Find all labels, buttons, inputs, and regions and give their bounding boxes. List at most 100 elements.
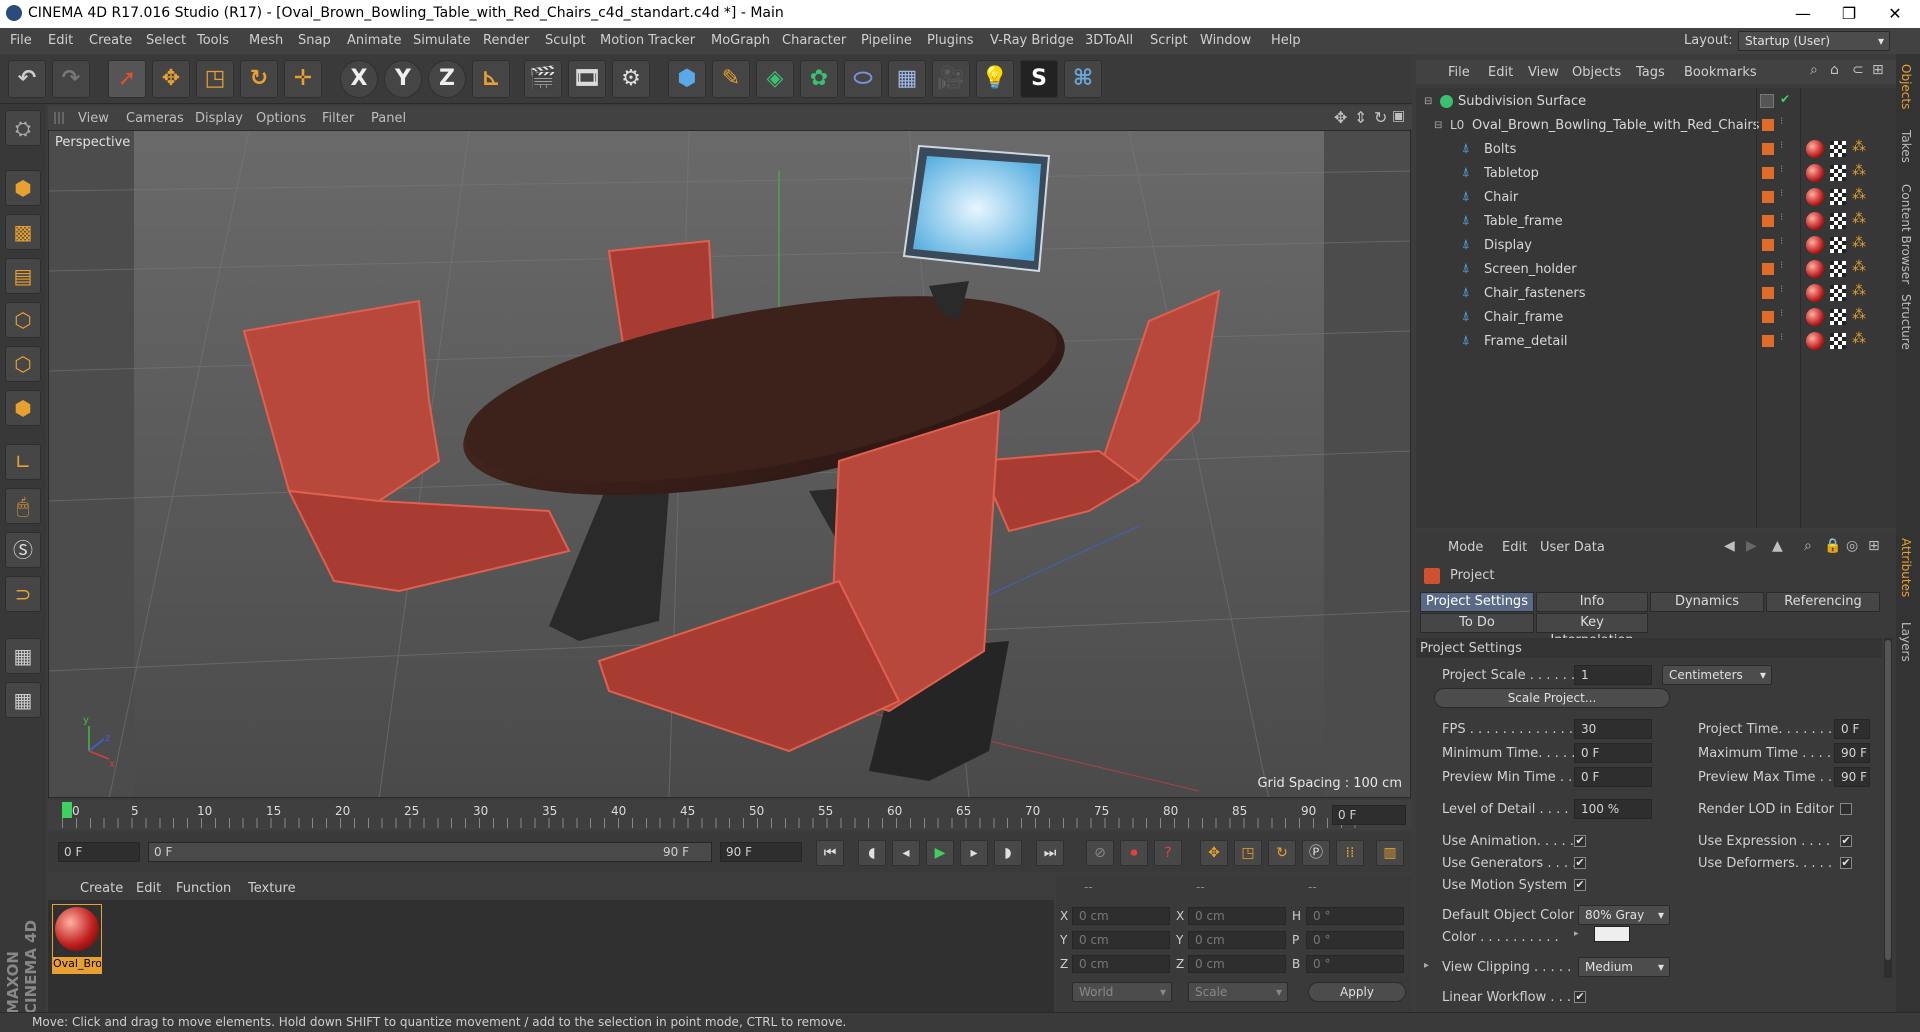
coord-system-dropdown[interactable]: World ▾ xyxy=(1072,982,1172,1002)
material-swatch[interactable]: Oval_Bro xyxy=(52,904,102,974)
viewport-menu-display[interactable]: Display xyxy=(195,111,243,126)
search-icon[interactable]: ⌕ xyxy=(1810,62,1818,78)
enabled-check-icon[interactable]: ✔ xyxy=(1780,92,1790,106)
end-frame-field[interactable]: 90 F xyxy=(720,842,802,862)
key-position-icon[interactable]: ✥ xyxy=(1200,840,1228,866)
material-tag-icon[interactable] xyxy=(1806,164,1824,182)
phong-tag-icon[interactable]: ⁂ xyxy=(1852,331,1866,347)
coordinate-system-icon[interactable]: ⊾ xyxy=(472,60,510,98)
side-tab-layers[interactable]: Layers xyxy=(1899,622,1913,662)
mat-menu-texture[interactable]: Texture xyxy=(248,881,296,896)
collapse-icon[interactable]: ⊟ xyxy=(1434,120,1442,131)
default-color-dropdown[interactable]: 80% Gray ▾ xyxy=(1578,905,1670,925)
layer-color-icon[interactable] xyxy=(1762,263,1774,275)
next-key-icon[interactable]: ◗ xyxy=(994,840,1022,866)
edges-mode-icon[interactable]: ⬡ xyxy=(5,346,41,382)
menu-mesh[interactable]: Mesh xyxy=(249,33,283,48)
attr-menu-user-data[interactable]: User Data xyxy=(1540,540,1605,555)
search-icon[interactable]: ⌕ xyxy=(1804,538,1812,554)
object-row[interactable]: ⍋ Bolts ⁝ ⁂ xyxy=(1416,138,1896,162)
menu-character[interactable]: Character xyxy=(782,33,846,48)
menu-render[interactable]: Render xyxy=(483,33,529,48)
playhead-marker[interactable] xyxy=(62,802,72,818)
layer-color-icon[interactable] xyxy=(1762,191,1774,203)
current-frame-field[interactable]: 0 F xyxy=(1332,805,1406,825)
drag-handle-icon[interactable] xyxy=(54,112,64,124)
menu-edit[interactable]: Edit xyxy=(48,33,73,48)
use-expression-checkbox[interactable]: ✔ xyxy=(1840,835,1852,847)
visibility-dots-icon[interactable]: ⁝ xyxy=(1780,116,1783,127)
viewport-menu-view[interactable]: View xyxy=(78,111,109,126)
key-rotation-icon[interactable]: ↻ xyxy=(1268,840,1296,866)
attr-scrollbar-thumb[interactable] xyxy=(1885,640,1891,960)
size-x-field[interactable]: 0 cm xyxy=(1188,907,1286,925)
use-generators-checkbox[interactable]: ✔ xyxy=(1574,857,1586,869)
project-scale-field[interactable]: 1 xyxy=(1574,665,1652,685)
menu-plugins[interactable]: Plugins xyxy=(927,33,974,48)
viewport-pan-icon[interactable]: ✥ xyxy=(1334,108,1347,127)
object-row[interactable]: ⍋ Frame_detail ⁝ ⁂ xyxy=(1416,330,1896,354)
x-axis-icon[interactable]: X xyxy=(340,60,378,98)
uvw-tag-icon[interactable] xyxy=(1830,261,1846,277)
view-clipping-dropdown[interactable]: Medium ▾ xyxy=(1578,957,1670,977)
redo-icon[interactable]: ↷ xyxy=(52,60,90,98)
visibility-dots-icon[interactable]: ⁝ xyxy=(1780,308,1783,319)
deformer-icon[interactable]: ⬭ xyxy=(844,60,882,98)
phong-tag-icon[interactable]: ⁂ xyxy=(1852,283,1866,299)
obj-menu-edit[interactable]: Edit xyxy=(1488,65,1513,80)
play-icon[interactable]: ▶ xyxy=(926,840,954,866)
visibility-dots-icon[interactable]: ⁝ xyxy=(1780,236,1783,247)
key-help-icon[interactable]: ? xyxy=(1154,840,1182,866)
snap-icon[interactable]: Ⓢ xyxy=(5,532,41,568)
preview-range-slider[interactable]: 0 F 90 F xyxy=(148,842,712,862)
project-time-field[interactable]: 0 F xyxy=(1834,719,1870,739)
material-tag-icon[interactable] xyxy=(1806,140,1824,158)
material-tag-icon[interactable] xyxy=(1806,284,1824,302)
home-icon[interactable]: ⌂ xyxy=(1830,62,1839,78)
use-deformers-checkbox[interactable]: ✔ xyxy=(1840,857,1852,869)
color-swatch[interactable] xyxy=(1594,926,1630,942)
expand-arrow-icon[interactable]: ▸ xyxy=(1574,929,1580,939)
phong-tag-icon[interactable]: ⁂ xyxy=(1852,259,1866,275)
tab-to-do[interactable]: To Do xyxy=(1420,613,1534,633)
lod-field[interactable]: 100 % xyxy=(1574,799,1652,819)
layout-dropdown[interactable]: Startup (User) ▾ xyxy=(1738,31,1890,51)
max-time-field[interactable]: 90 F xyxy=(1834,743,1870,763)
planar-workplane-icon[interactable]: ▦ xyxy=(5,682,41,718)
points-mode-icon[interactable]: ⬡ xyxy=(5,302,41,338)
lock-workplane-icon[interactable]: ▦ xyxy=(5,638,41,674)
maximize-icon[interactable]: ❐ xyxy=(1826,0,1872,28)
render-view-icon[interactable]: 🎬 xyxy=(524,60,562,98)
menu-simulate[interactable]: Simulate xyxy=(413,33,470,48)
cloner-icon[interactable]: ✿ xyxy=(800,60,838,98)
mat-menu-create[interactable]: Create xyxy=(80,881,123,896)
menu-animate[interactable]: Animate xyxy=(347,33,401,48)
next-frame-icon[interactable]: ▸ xyxy=(960,840,988,866)
menu-help[interactable]: Help xyxy=(1271,33,1301,48)
viewport-menu-panel[interactable]: Panel xyxy=(371,111,406,126)
attr-scrollbar[interactable] xyxy=(1884,638,1892,978)
position-x-field[interactable]: 0 cm xyxy=(1072,907,1170,925)
use-motion-checkbox[interactable]: ✔ xyxy=(1574,879,1586,891)
material-tag-icon[interactable] xyxy=(1806,212,1824,230)
position-y-field[interactable]: 0 cm xyxy=(1072,931,1170,949)
obj-menu-file[interactable]: File xyxy=(1448,65,1470,80)
material-tag-icon[interactable] xyxy=(1806,332,1824,350)
phong-tag-icon[interactable]: ⁂ xyxy=(1852,211,1866,227)
object-row[interactable]: ⍋ Display ⁝ ⁂ xyxy=(1416,234,1896,258)
key-pla-icon[interactable]: ⁞⁞ xyxy=(1336,840,1364,866)
menu-snap[interactable]: Snap xyxy=(298,33,331,48)
side-tab-attributes[interactable]: Attributes xyxy=(1899,538,1913,597)
tweak-mode-icon[interactable]: 🖱 xyxy=(5,488,41,524)
phong-tag-icon[interactable]: ⁂ xyxy=(1852,187,1866,203)
object-row[interactable]: ⍋ Table_frame ⁝ ⁂ xyxy=(1416,210,1896,234)
viewport-menu-cameras[interactable]: Cameras xyxy=(126,111,184,126)
render-lod-checkbox[interactable] xyxy=(1840,803,1852,815)
uvw-tag-icon[interactable] xyxy=(1830,213,1846,229)
layer-icon[interactable] xyxy=(1760,94,1774,108)
visibility-dots-icon[interactable]: ⁝ xyxy=(1780,260,1783,271)
phong-tag-icon[interactable]: ⁂ xyxy=(1852,307,1866,323)
light-icon[interactable]: 💡 xyxy=(976,60,1014,98)
render-picture-viewer-icon[interactable]: 🎞 xyxy=(568,60,606,98)
coord-size-mode-dropdown[interactable]: Scale ▾ xyxy=(1188,982,1288,1002)
